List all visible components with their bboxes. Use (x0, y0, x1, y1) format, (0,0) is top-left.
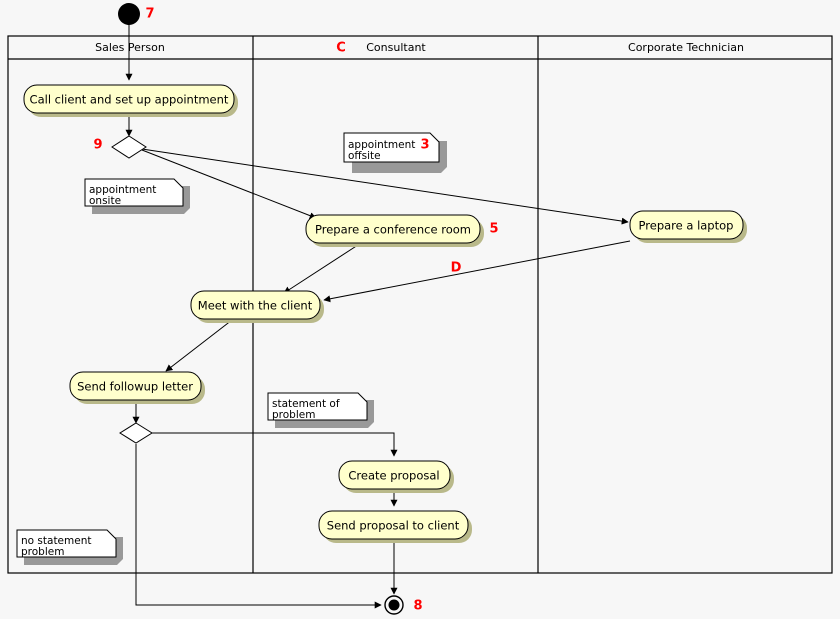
activity-prepare-conference-room[interactable]: Prepare a conference room (305, 214, 484, 247)
activity-send-followup-letter[interactable]: Send followup letter (69, 371, 205, 404)
note-statement-of-problem: statement of problem (267, 392, 374, 428)
activity-prepare-laptop-label: Prepare a laptop (639, 219, 734, 233)
activity-meet-with-client[interactable]: Meet with the client (190, 290, 324, 323)
note-appointment-offsite-line2: offsite (348, 150, 381, 162)
activity-create-proposal[interactable]: Create proposal (338, 460, 454, 493)
flow-laptop-to-meet (323, 240, 631, 303)
activity-send-proposal-to-client-label: Send proposal to client (327, 519, 460, 533)
lane-header-consultant: Consultant (366, 41, 426, 54)
activity-create-proposal-label: Create proposal (348, 469, 439, 483)
note-no-statement-problem-line2: problem (21, 546, 64, 558)
initial-node[interactable] (118, 3, 140, 25)
marker-7: 7 (145, 7, 154, 22)
lane-header-corporate-technician: Corporate Technician (628, 41, 744, 54)
activity-prepare-laptop[interactable]: Prepare a laptop (629, 210, 747, 243)
diagram-canvas: Sales Person Consultant Corporate Techni… (7, 3, 833, 615)
note-appointment-offsite: appointment offsite (343, 132, 447, 173)
activity-prepare-conference-room-label: Prepare a conference room (315, 223, 471, 237)
marker-3: 3 (420, 138, 429, 153)
marker-9: 9 (93, 138, 102, 153)
note-appointment-onsite-line2: onsite (89, 195, 121, 207)
activity-call-client-label: Call client and set up appointment (30, 93, 229, 107)
marker-c: C (336, 41, 346, 56)
activity-send-proposal-to-client[interactable]: Send proposal to client (318, 510, 472, 543)
lane-header-sales-person: Sales Person (95, 41, 165, 54)
marker-5: 5 (489, 222, 498, 237)
activity-call-client[interactable]: Call client and set up appointment (23, 84, 238, 117)
flow-conference-room-to-meet (283, 242, 362, 294)
marker-8: 8 (413, 599, 422, 614)
decision-node-appointment[interactable] (111, 135, 147, 159)
note-appointment-onsite: appointment onsite (84, 178, 190, 214)
activity-meet-with-client-label: Meet with the client (198, 299, 313, 313)
note-statement-of-problem-line2: problem (272, 409, 315, 421)
note-no-statement-problem: no statement problem (16, 529, 123, 565)
flow-decision2-to-create-proposal (150, 432, 398, 457)
activity-diagram: Sales Person Consultant Corporate Techni… (0, 0, 840, 619)
decision-node-statement[interactable] (119, 422, 153, 444)
final-node[interactable] (384, 595, 404, 615)
activity-send-followup-letter-label: Send followup letter (77, 380, 193, 394)
flow-meet-to-followup (165, 319, 233, 372)
marker-d: D (451, 261, 462, 276)
